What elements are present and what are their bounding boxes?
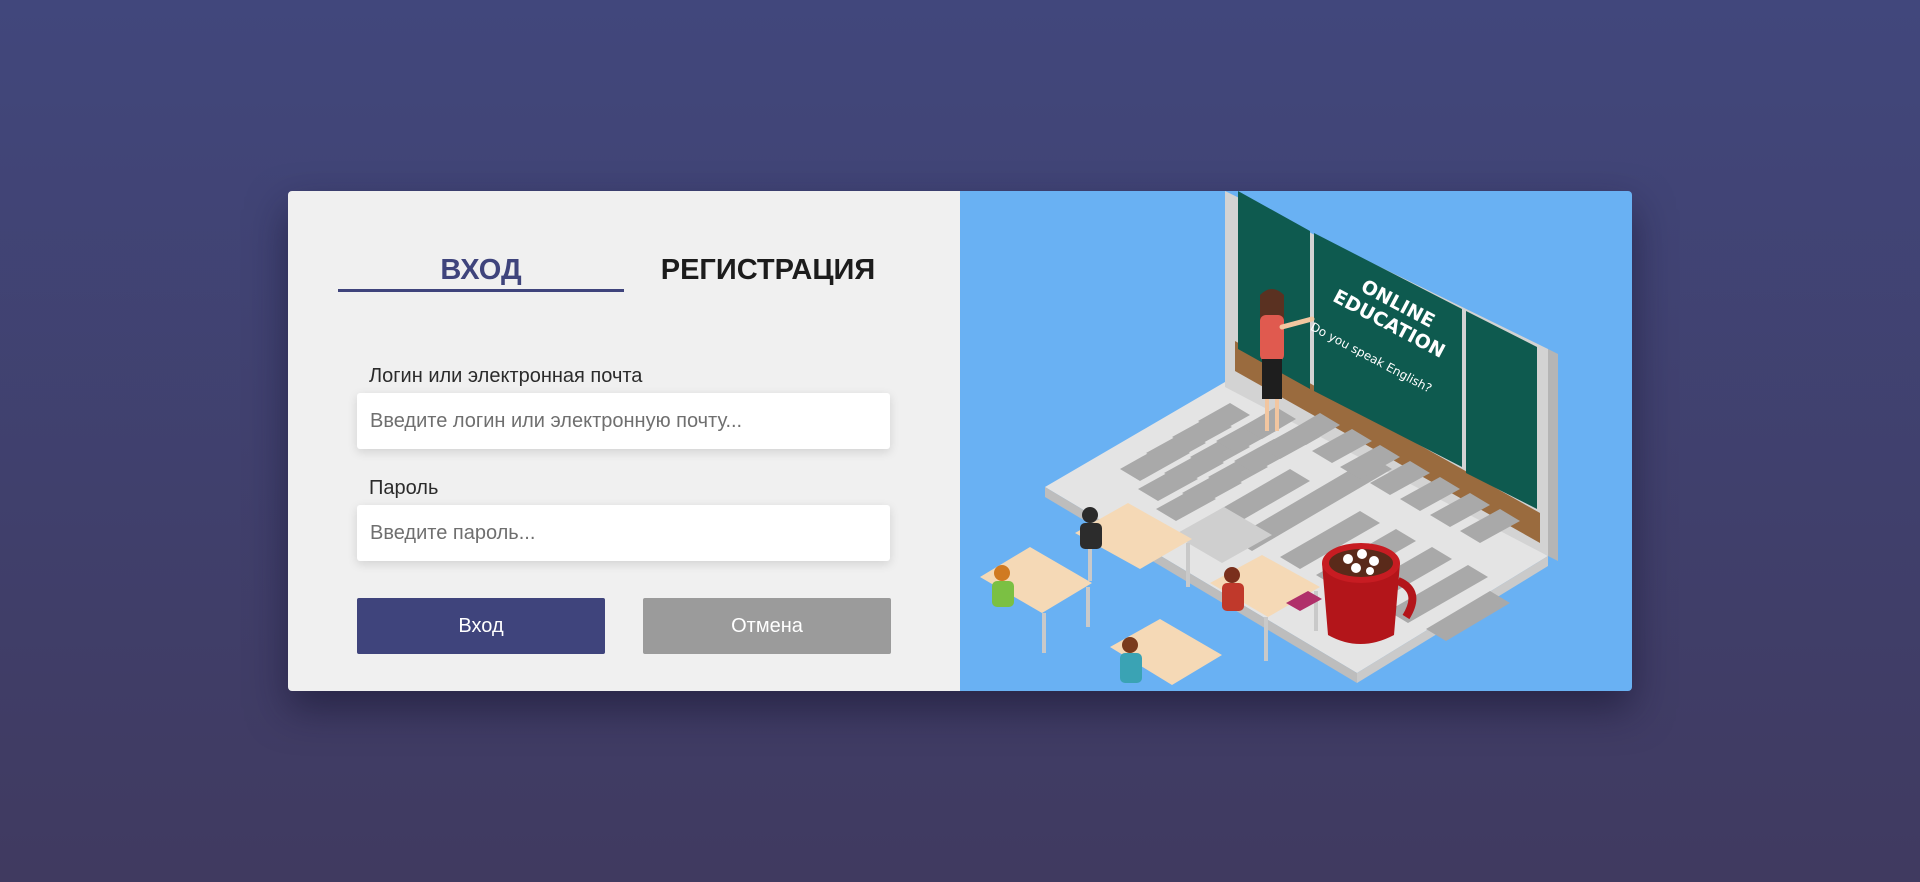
tab-register[interactable]: РЕГИСТРАЦИЯ — [624, 253, 912, 289]
password-input[interactable] — [357, 505, 890, 561]
online-education-illustration: ONLINE EDUCATION Do you speak English? — [980, 191, 1558, 685]
login-label: Логин или электронная почта — [369, 365, 643, 387]
auth-tabs: ВХОД РЕГИСТРАЦИЯ — [338, 253, 912, 292]
cancel-button[interactable]: Отмена — [643, 598, 891, 654]
auth-form-panel: ВХОД РЕГИСТРАЦИЯ Логин или электронная п… — [288, 191, 960, 691]
tab-login[interactable]: ВХОД — [338, 253, 624, 292]
password-label: Пароль — [369, 477, 439, 499]
illustration-panel: ONLINE EDUCATION Do you speak English? — [960, 191, 1632, 691]
auth-card: ВХОД РЕГИСТРАЦИЯ Логин или электронная п… — [288, 191, 1632, 691]
laptop-screen-side — [1548, 349, 1558, 561]
login-button[interactable]: Вход — [357, 598, 605, 654]
login-input[interactable] — [357, 393, 890, 449]
